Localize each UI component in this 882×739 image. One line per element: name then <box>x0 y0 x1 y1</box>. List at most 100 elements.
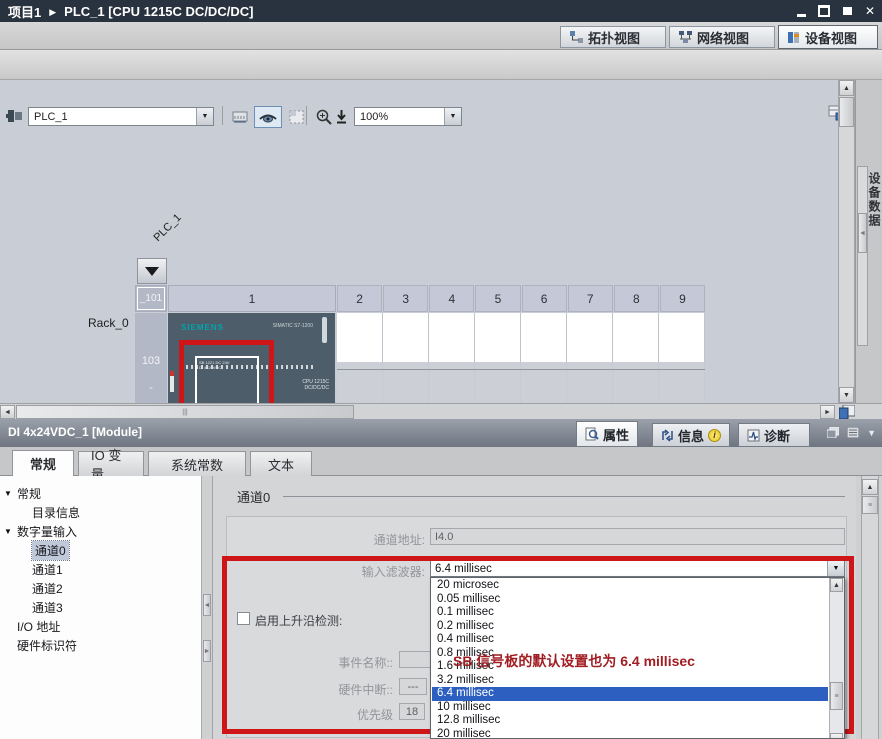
scroll-up-icon[interactable]: ▲ <box>830 578 843 592</box>
tree-item-io-addresses[interactable]: I/O 地址 <box>17 617 60 635</box>
slot-header-row: 2 3 4 5 6 7 8 9 <box>337 285 705 312</box>
canvas-horizontal-scrollbar[interactable]: ◄ ||| ► <box>0 403 882 419</box>
slot-header-7[interactable]: 7 <box>568 285 613 312</box>
breadcrumb-project[interactable]: 项目1 <box>8 2 41 21</box>
input-filter-select[interactable]: 6.4 millisec ▼ <box>430 560 845 577</box>
input-filter-arrow-icon[interactable]: ▼ <box>827 561 844 576</box>
content-scroll-strip: ▲ ≡ <box>856 476 882 739</box>
hscroll-thumb[interactable]: ||| <box>16 405 354 419</box>
scroll-up-icon[interactable]: ▲ <box>862 479 878 495</box>
slot-header-6[interactable]: 6 <box>522 285 567 312</box>
priority-label: 优先级 <box>253 706 393 723</box>
canvas-vertical-scrollbar[interactable]: ▲ ▼ <box>838 80 855 403</box>
list-pane-icon[interactable] <box>847 427 859 438</box>
slot-corner-cell[interactable]: _101 <box>135 285 167 312</box>
tree-item-catalog-info[interactable]: 目录信息 <box>32 503 80 521</box>
inspector-header: DI 4x24VDC_1 [Module] 属性 信息 i 诊断 ▼ <box>0 419 882 447</box>
tree-item-channel0[interactable]: 通道0 <box>32 541 69 559</box>
channel0-form: 通道0 通道地址: I4.0 输入滤波器: 6.4 millisec ▼ 启用上… <box>213 476 856 739</box>
tab-device-view[interactable]: 设备视图 <box>778 25 878 49</box>
tab-topology-view[interactable]: 拓扑视图 <box>560 26 666 48</box>
device-toolbar: PLC_1 ▼ 100% ▼ <box>0 50 882 80</box>
dropdown-option[interactable]: 20 millisec <box>432 728 828 739</box>
rising-edge-checkbox[interactable] <box>237 612 250 625</box>
collapse-right-icon[interactable]: ► <box>203 640 211 662</box>
address-label-dash: - <box>135 382 167 394</box>
dropdown-scrollbar[interactable]: ▲ ≡ ▼ <box>829 578 844 739</box>
rising-edge-label: 启用上升沿检测: <box>255 612 455 629</box>
tree-item-hardware-id[interactable]: 硬件标识符 <box>17 636 77 654</box>
subtab-system-constants[interactable]: 系统常数 <box>148 451 246 476</box>
dropdown-option[interactable]: 0.05 millisec <box>432 593 828 607</box>
slot-header-3[interactable]: 3 <box>383 285 428 312</box>
tree-item-channel2[interactable]: 通道2 <box>32 579 63 597</box>
device-marker <box>170 371 174 392</box>
properties-subtab-bar: 常规 IO 变量 系统常数 文本 <box>0 447 882 476</box>
content-vertical-scrollbar[interactable]: ▲ ≡ <box>861 476 879 739</box>
dropdown-option[interactable]: 10 millisec <box>432 701 828 715</box>
tab-properties[interactable]: 属性 <box>576 421 638 447</box>
subtab-texts[interactable]: 文本 <box>250 451 312 476</box>
device-data-side-panel[interactable]: ◄ 设备数据 <box>855 80 882 403</box>
inspector-title: DI 4x24VDC_1 [Module] <box>8 425 142 439</box>
dropdown-option[interactable]: 12.8 millisec <box>432 714 828 728</box>
collapse-left-icon[interactable]: ◄ <box>203 594 211 616</box>
scroll-right-icon[interactable]: ► <box>820 405 835 419</box>
tree-item-general[interactable]: ▼常规 <box>4 484 41 502</box>
pane-layout-icon[interactable] <box>839 405 855 419</box>
expander-icon[interactable]: ▼ <box>4 527 17 536</box>
slot-header-5[interactable]: 5 <box>475 285 520 312</box>
collapse-panel-icon[interactable]: ▼ <box>867 428 876 438</box>
slot-header-9[interactable]: 9 <box>660 285 705 312</box>
expander-icon[interactable]: ▼ <box>4 489 17 498</box>
empty-slot-grid[interactable] <box>337 313 705 405</box>
tree-item-channel1[interactable]: 通道1 <box>32 560 63 578</box>
info-arrows-icon <box>661 429 674 442</box>
device-view-canvas[interactable]: PLC_1 _101 1 2 3 4 5 6 7 8 9 Rack_0 103 … <box>0 80 882 405</box>
rack-address-strip: 103 - 101 <box>135 313 167 405</box>
device-clip <box>322 317 327 343</box>
properties-content: ▼常规 目录信息 ▼数字量输入 通道0 通道1 通道2 通道3 I/O 地址 硬… <box>0 476 882 739</box>
dropdown-option-selected[interactable]: 6.4 millisec <box>432 687 828 701</box>
minimize-button[interactable] <box>793 3 809 19</box>
tab-info[interactable]: 信息 i <box>652 423 730 447</box>
slot-header-2[interactable]: 2 <box>337 285 382 312</box>
breadcrumb-arrow-icon: ▶ <box>49 7 56 18</box>
dropdown-option[interactable]: 20 microsec <box>432 579 828 593</box>
device-view-icon <box>788 31 800 44</box>
subtab-io-tags[interactable]: IO 变量 <box>78 451 144 476</box>
scroll-down-icon[interactable]: ▼ <box>830 733 843 739</box>
tree-item-channel3[interactable]: 通道3 <box>32 598 63 616</box>
restore-button[interactable] <box>816 3 832 19</box>
close-button[interactable]: ✕ <box>862 3 878 19</box>
breadcrumb-device[interactable]: PLC_1 [CPU 1215C DC/DC/DC] <box>64 4 253 19</box>
topology-view-icon <box>570 31 583 43</box>
slot-header-8[interactable]: 8 <box>614 285 659 312</box>
event-name-label: 事件名称:: <box>253 654 393 671</box>
dropdown-option[interactable]: 3.2 millisec <box>432 674 828 688</box>
rack-collapse-button[interactable] <box>137 258 167 284</box>
scroll-down-icon[interactable]: ▼ <box>839 387 854 403</box>
address-label-103: 103 <box>135 355 167 367</box>
diagnostics-icon <box>747 429 760 442</box>
cpu-module-graphic[interactable]: SIEMENS SIMATIC S7-1200 CPU 1215C DC/DC/… <box>168 313 335 405</box>
slot-header-1[interactable]: 1 <box>168 285 336 312</box>
view-tab-bar: 拓扑视图 网络视图 设备视图 <box>0 22 882 50</box>
scroll-up-icon[interactable]: ▲ <box>839 80 854 96</box>
tree-item-digital-inputs[interactable]: ▼数字量输入 <box>4 522 77 540</box>
device-data-tab-label[interactable]: 设备数据 <box>866 172 882 228</box>
network-view-icon <box>679 31 692 43</box>
dropdown-option[interactable]: 0.4 millisec <box>432 633 828 647</box>
dropdown-option[interactable]: 0.1 millisec <box>432 606 828 620</box>
tia-portal-window: 项目1 ▶ PLC_1 [CPU 1215C DC/DC/DC] ✕ 拓扑视图 … <box>0 0 882 739</box>
tree-splitter[interactable]: ◄ ► <box>202 476 213 739</box>
maximize-button[interactable] <box>839 3 855 19</box>
subtab-general[interactable]: 常规 <box>12 450 74 476</box>
tab-diagnostics[interactable]: 诊断 <box>738 423 810 447</box>
float-pane-icon[interactable] <box>827 427 839 438</box>
scroll-left-icon[interactable]: ◄ <box>0 405 15 419</box>
slot-header-4[interactable]: 4 <box>429 285 474 312</box>
tab-network-view[interactable]: 网络视图 <box>669 26 775 48</box>
triangle-down-icon <box>145 267 159 276</box>
dropdown-option[interactable]: 0.2 millisec <box>432 620 828 634</box>
